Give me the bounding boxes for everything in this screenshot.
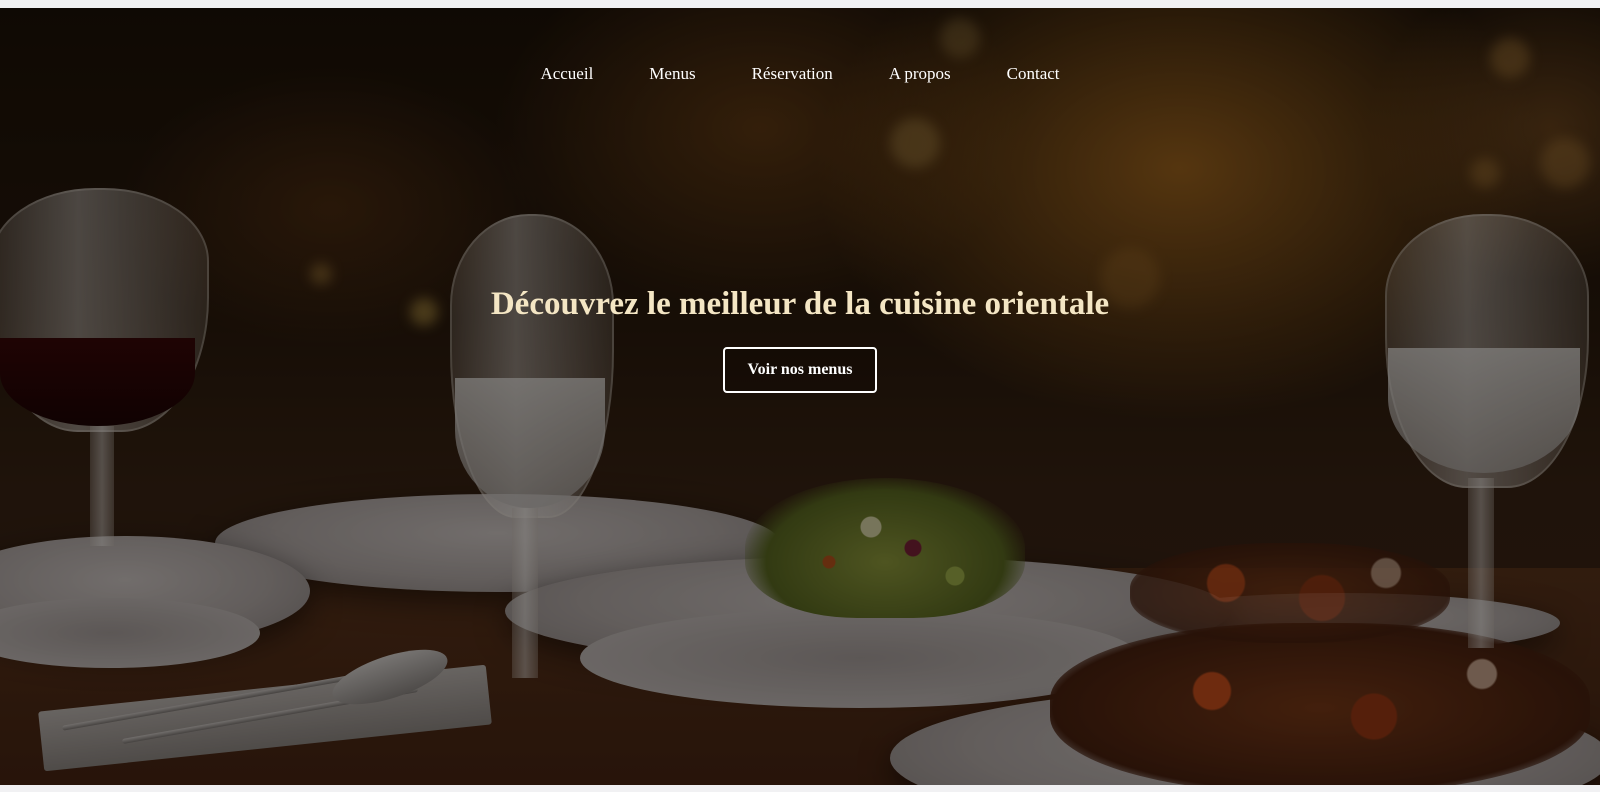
hero-section: Accueil Menus Réservation A propos Conta… <box>0 8 1600 785</box>
nav-item-menus[interactable]: Menus <box>631 64 695 84</box>
main-navigation: Accueil Menus Réservation A propos Conta… <box>0 64 1600 84</box>
view-menus-button[interactable]: Voir nos menus <box>722 347 878 393</box>
hero-dark-overlay <box>0 8 1600 785</box>
nav-item-reservation[interactable]: Réservation <box>734 64 833 84</box>
nav-item-a-propos[interactable]: A propos <box>871 64 951 84</box>
nav-item-contact[interactable]: Contact <box>989 64 1060 84</box>
hero-title: Découvrez le meilleur de la cuisine orie… <box>490 286 1110 322</box>
page: Accueil Menus Réservation A propos Conta… <box>0 0 1600 792</box>
hero-content: Découvrez le meilleur de la cuisine orie… <box>0 282 1600 393</box>
nav-item-accueil[interactable]: Accueil <box>540 64 593 84</box>
